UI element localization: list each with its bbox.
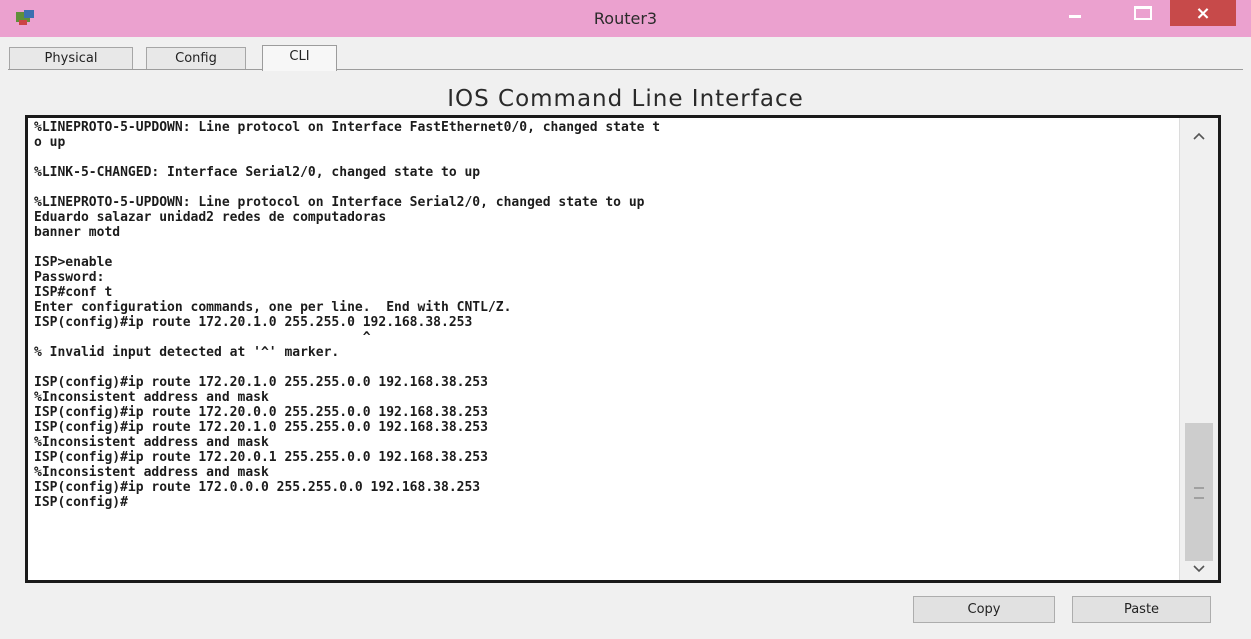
scroll-down-button[interactable] xyxy=(1180,558,1218,580)
terminal-line: Password: xyxy=(34,270,105,285)
tab-cli[interactable]: CLI xyxy=(262,45,337,71)
cli-terminal[interactable]: %LINEPROTO-5-UPDOWN: Line protocol on In… xyxy=(25,115,1221,583)
grip-icon xyxy=(1194,487,1204,499)
terminal-line: %LINEPROTO-5-UPDOWN: Line protocol on In… xyxy=(34,120,661,135)
title-bar[interactable]: Router3 × xyxy=(0,0,1251,37)
terminal-line: %Inconsistent address and mask xyxy=(34,390,269,405)
chevron-up-icon xyxy=(1193,132,1205,140)
maximize-button[interactable] xyxy=(1122,0,1164,26)
terminal-line: ISP(config)#ip route 172.20.0.1 255.255.… xyxy=(34,450,488,465)
terminal-line: ISP(config)#ip route 172.20.1.0 255.255.… xyxy=(34,420,488,435)
maximize-icon xyxy=(1134,6,1152,20)
terminal-line: ISP(config)#ip route 172.20.1.0 255.255.… xyxy=(34,315,473,330)
terminal-line: %LINEPROTO-5-UPDOWN: Line protocol on In… xyxy=(34,195,645,210)
page-title: IOS Command Line Interface xyxy=(447,86,804,112)
close-button[interactable]: × xyxy=(1170,0,1236,26)
minimize-button[interactable] xyxy=(1054,0,1096,26)
tab-physical[interactable]: Physical xyxy=(9,47,133,69)
terminal-line: ISP(config)#ip route 172.20.0.0 255.255.… xyxy=(34,405,488,420)
terminal-line: %Inconsistent address and mask xyxy=(34,435,269,450)
terminal-line: %LINK-5-CHANGED: Interface Serial2/0, ch… xyxy=(34,165,481,180)
minimize-icon xyxy=(1069,14,1081,18)
terminal-line: ISP#conf t xyxy=(34,285,113,300)
close-icon: × xyxy=(1195,2,1211,24)
scroll-up-button[interactable] xyxy=(1180,118,1218,154)
terminal-line: ISP(config)#ip route 172.0.0.0 255.255.0… xyxy=(34,480,481,495)
copy-button[interactable]: Copy xyxy=(913,596,1055,623)
terminal-line: ISP(config)#ip route 172.20.1.0 255.255.… xyxy=(34,375,488,390)
terminal-line: banner motd xyxy=(34,225,121,240)
terminal-line: Eduardo salazar unidad2 redes de computa… xyxy=(34,210,387,225)
terminal-line: Enter configuration commands, one per li… xyxy=(34,300,512,315)
terminal-line: % Invalid input detected at '^' marker. xyxy=(34,345,340,360)
terminal-line: o up xyxy=(34,135,66,150)
terminal-scrollbar[interactable] xyxy=(1179,118,1218,580)
terminal-line: ISP>enable xyxy=(34,255,113,270)
terminal-line: ^ xyxy=(34,330,371,345)
terminal-line: ISP(config)# xyxy=(34,495,128,510)
scroll-thumb[interactable] xyxy=(1185,423,1213,561)
chevron-down-icon xyxy=(1193,565,1205,573)
terminal-line: %Inconsistent address and mask xyxy=(34,465,269,480)
terminal-output[interactable]: %LINEPROTO-5-UPDOWN: Line protocol on In… xyxy=(34,120,1174,510)
tab-config[interactable]: Config xyxy=(146,47,246,69)
paste-button[interactable]: Paste xyxy=(1072,596,1211,623)
